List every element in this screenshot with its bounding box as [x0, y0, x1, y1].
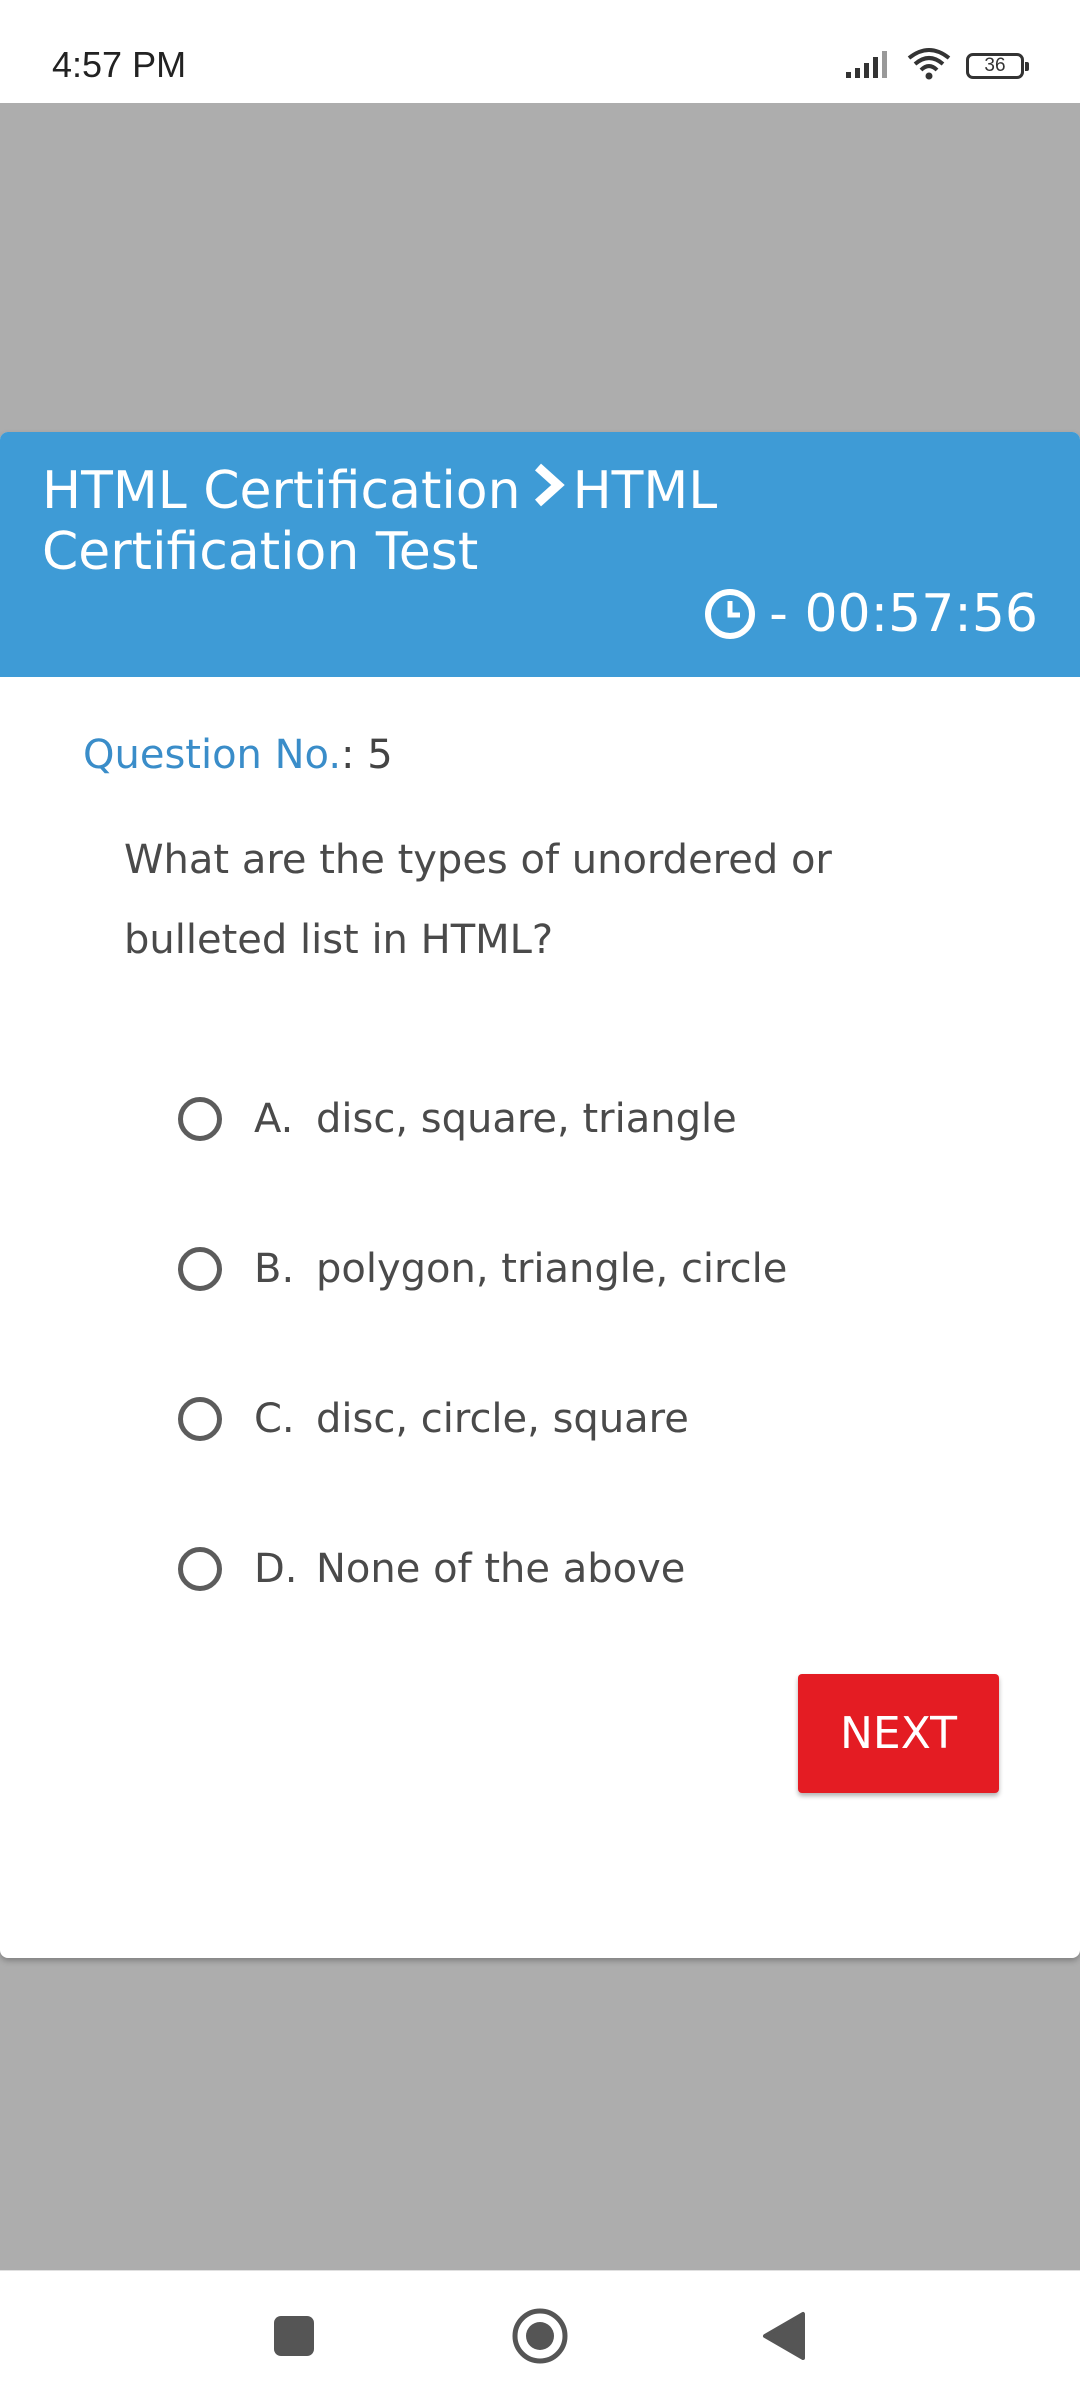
battery-level: 36	[984, 55, 1006, 76]
clock-icon	[703, 587, 757, 641]
radio-button[interactable]	[178, 1097, 222, 1141]
option-letter: D.	[254, 1546, 298, 1592]
back-icon[interactable]	[749, 2301, 819, 2371]
status-icons: 36	[844, 46, 1029, 86]
chevron-right-icon	[533, 461, 565, 519]
question-text: What are the types of unordered or bulle…	[124, 837, 832, 963]
options-list: A. disc, square, triangle B. polygon, tr…	[178, 1044, 998, 1644]
home-icon[interactable]	[505, 2301, 575, 2371]
option-a[interactable]: A. disc, square, triangle	[178, 1044, 998, 1194]
question-number: Question No.: 5	[83, 732, 393, 778]
option-d[interactable]: D. None of the above	[178, 1494, 998, 1644]
wifi-icon	[906, 46, 952, 86]
next-button[interactable]: NEXT	[798, 1674, 999, 1793]
radio-button[interactable]	[178, 1247, 222, 1291]
card-header: HTML Certification HTML Certification Tes…	[0, 432, 1080, 677]
signal-icon	[844, 48, 892, 84]
timer-value: - 00:57:56	[769, 584, 1038, 644]
quiz-card: HTML Certification HTML Certification Tes…	[0, 432, 1080, 1958]
breadcrumb: HTML Certification HTML Certification Tes…	[42, 462, 762, 581]
status-bar: 4:57 PM 36	[0, 0, 1080, 103]
question-number-colon: :	[341, 732, 355, 778]
option-text: disc, square, triangle	[316, 1096, 737, 1142]
option-text: polygon, triangle, circle	[316, 1246, 788, 1292]
question-number-value: 5	[367, 732, 393, 778]
breadcrumb-parent[interactable]: HTML Certification	[42, 461, 521, 521]
recents-icon[interactable]	[259, 2301, 329, 2371]
option-text: disc, circle, square	[316, 1396, 689, 1442]
option-letter: A.	[254, 1096, 294, 1142]
navigation-bar	[0, 2270, 1080, 2400]
status-time: 4:57 PM	[52, 44, 187, 85]
option-b[interactable]: B. polygon, triangle, circle	[178, 1194, 998, 1344]
radio-button[interactable]	[178, 1397, 222, 1441]
option-letter: B.	[254, 1246, 295, 1292]
question-number-label: Question No.	[83, 732, 342, 778]
battery-icon: 36	[966, 53, 1029, 79]
screen: 4:57 PM 36 HTML Certification HTML Certi…	[0, 0, 1080, 2400]
option-c[interactable]: C. disc, circle, square	[178, 1344, 998, 1494]
option-text: None of the above	[316, 1546, 686, 1592]
option-letter: C.	[254, 1396, 295, 1442]
radio-button[interactable]	[178, 1547, 222, 1591]
timer: - 00:57:56	[703, 584, 1038, 644]
